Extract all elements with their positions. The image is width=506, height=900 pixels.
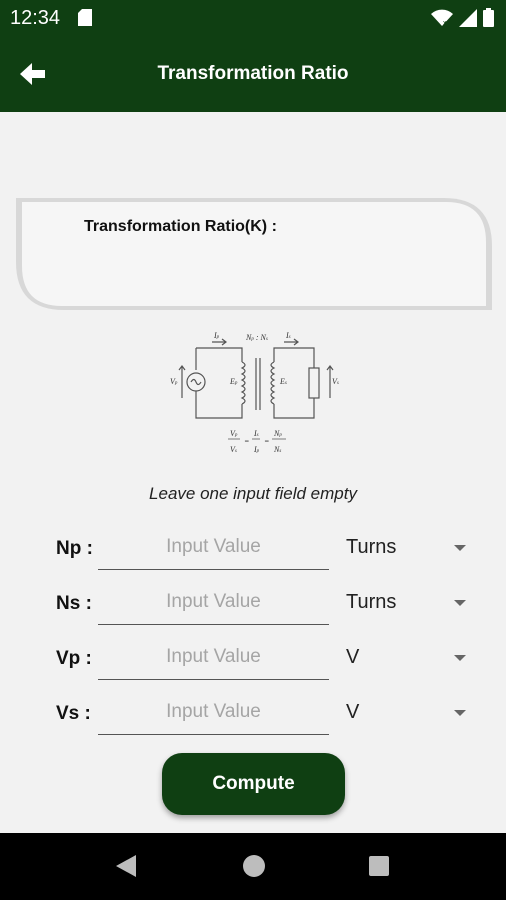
svg-text:Is: Is [253,429,259,438]
status-icons: x [431,8,494,27]
svg-text:Np : Ns: Np : Ns [245,333,268,342]
signal-icon [459,8,477,27]
vp-unit-value: V [346,646,360,668]
np-unit-dropdown[interactable]: Turns [346,532,470,566]
nav-back-icon[interactable] [116,855,136,877]
svg-text:Es: Es [279,377,287,386]
svg-text:Vp: Vp [170,377,178,386]
vp-label: Vp : [56,648,92,669]
result-label: Transformation Ratio(K) : [84,218,277,235]
ns-unit-value: Turns [346,591,397,613]
nav-home-icon[interactable] [243,855,265,877]
svg-text:Np: Np [273,429,282,438]
svg-text:Vp: Vp [230,429,238,438]
np-input[interactable] [98,524,329,570]
system-nav-bar [0,833,506,900]
dropdown-arrow-icon [454,600,466,606]
status-bar: 12:34 x [0,0,506,36]
battery-icon [483,8,494,27]
page-title: Transformation Ratio [157,63,349,84]
dropdown-arrow-icon [454,545,466,551]
svg-text:Ip: Ip [213,331,220,340]
vs-unit-dropdown[interactable]: V [346,697,470,731]
svg-text:=: = [264,437,269,446]
vs-label: Vs : [56,703,91,724]
np-unit-value: Turns [346,536,397,558]
result-card-shape [16,198,492,310]
np-label: Np : [56,538,93,559]
ns-unit-dropdown[interactable]: Turns [346,587,470,621]
svg-text:Ip: Ip [253,445,260,454]
sd-card-icon [78,9,92,26]
dropdown-arrow-icon [454,710,466,716]
transformer-diagram: Ip Np : Ns Is Vp Ep Es Vs Vp Vs = Is Ip … [170,331,339,454]
vs-input[interactable] [98,689,329,735]
result-card [14,196,494,312]
svg-text:=: = [244,437,249,446]
svg-text:Vs: Vs [332,377,339,386]
wifi-icon: x [431,9,453,27]
svg-text:x: x [443,20,447,27]
svg-text:Ns: Ns [273,445,281,454]
vs-unit-value: V [346,701,360,723]
vp-input[interactable] [98,634,329,680]
vp-unit-dropdown[interactable]: V [346,642,470,676]
ns-input[interactable] [98,579,329,625]
app-bar: Transformation Ratio [0,36,506,112]
nav-recents-icon[interactable] [369,856,389,876]
compute-button[interactable]: Compute [162,753,345,815]
svg-text:Ep: Ep [229,377,238,386]
svg-text:Is: Is [285,331,291,340]
svg-text:Vs: Vs [230,445,237,454]
dropdown-arrow-icon [454,655,466,661]
ns-label: Ns : [56,593,92,614]
status-time: 12:34 [10,7,61,29]
hint-text: Leave one input field empty [149,484,357,503]
